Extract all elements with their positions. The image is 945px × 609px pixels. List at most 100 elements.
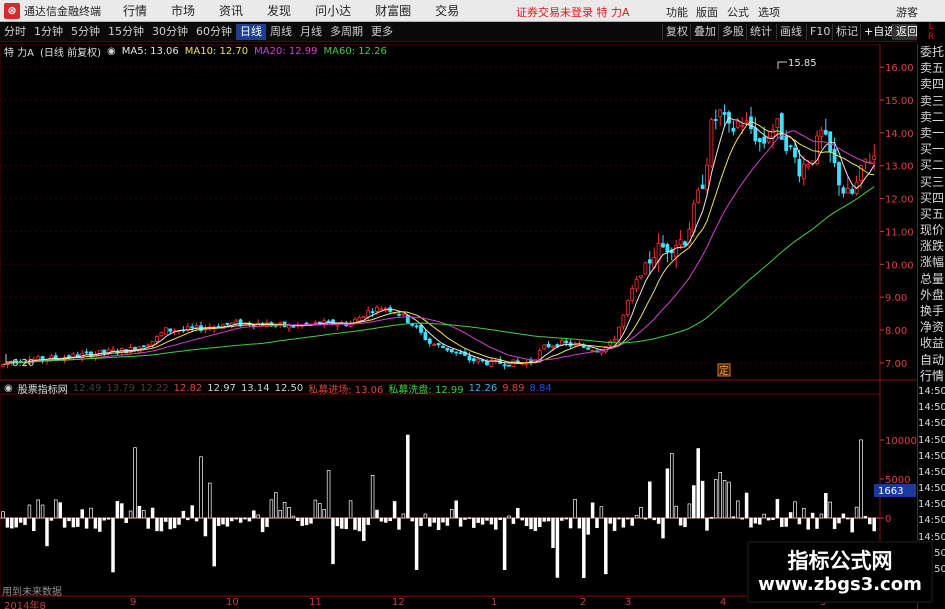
indicator-bar-negative — [84, 517, 89, 529]
candle-down — [458, 352, 463, 355]
overlay-button[interactable]: 叠加 — [690, 24, 719, 40]
quote-label[interactable]: 买一 — [918, 141, 945, 157]
price-tick-label: 9.00 — [885, 293, 907, 304]
statistics-button[interactable]: 统计 — [746, 24, 775, 40]
candle-down — [683, 241, 687, 246]
quote-label[interactable]: 14:50 — [918, 481, 945, 497]
quote-label[interactable]: 14:50 — [918, 513, 945, 529]
indicator-bar-negative — [5, 517, 10, 528]
menu-trade[interactable]: 交易 — [435, 2, 459, 19]
menu-news[interactable]: 资讯 — [219, 2, 243, 19]
quote-label[interactable]: 卖三 — [918, 93, 945, 109]
quote-label[interactable]: 卖五 — [918, 60, 945, 76]
quote-label[interactable]: 委托 — [918, 44, 945, 60]
quote-label[interactable]: 14:50 — [918, 400, 945, 416]
menu-discover[interactable]: 发现 — [267, 2, 291, 19]
quote-label[interactable]: 卖一 — [918, 125, 945, 141]
ma10-line — [2, 120, 875, 365]
tab-1min[interactable]: 1分钟 — [30, 24, 67, 40]
watermark-url: www.zbgs3.com — [758, 574, 922, 595]
menu-wealth[interactable]: 财富圈 — [375, 2, 411, 19]
candle-down — [84, 351, 89, 354]
lr-toggle[interactable]: L R — [917, 22, 945, 44]
adjust-button[interactable]: 复权 — [662, 24, 691, 40]
price-tick-label: 8.00 — [885, 326, 907, 337]
quote-label[interactable]: 涨幅 — [918, 254, 945, 270]
quote-label[interactable]: 外盘 — [918, 287, 945, 303]
quote-label[interactable]: 14:50 — [918, 465, 945, 481]
candle-down — [753, 127, 758, 142]
indicator-bar-negative — [538, 517, 542, 528]
title-bar: ⊛ 通达信金融终端 行情 市场 资讯 发现 问小达 财富圈 交易 证券交易未登录… — [0, 0, 945, 22]
tab-daily[interactable]: 日线 — [236, 23, 266, 40]
ma-settings-icon[interactable]: ◉ — [107, 46, 116, 57]
trade-login-notice[interactable]: 证券交易未登录 特 力A — [516, 4, 630, 20]
menu-formula[interactable]: 公式 — [727, 4, 749, 20]
quote-label[interactable]: 涨跌 — [918, 238, 945, 254]
quote-label[interactable]: 买五 — [918, 206, 945, 222]
tab-more[interactable]: 更多 — [367, 24, 397, 40]
quote-label[interactable]: 14:50 — [918, 449, 945, 465]
indicator-bar-negative — [656, 517, 661, 524]
quote-label[interactable]: 买三 — [918, 174, 945, 190]
quote-label[interactable]: 现价 — [918, 222, 945, 238]
quote-label[interactable]: 总量 — [918, 271, 945, 287]
candle-up — [375, 306, 379, 312]
indicator-bar-positive — [639, 507, 643, 519]
candle-up — [617, 326, 621, 341]
tab-60min[interactable]: 60分钟 — [192, 24, 236, 40]
quote-label[interactable]: 14:50 — [918, 384, 945, 400]
indicator-settings-icon[interactable]: ◉ — [4, 383, 13, 394]
menu-quotes[interactable]: 行情 — [123, 2, 147, 19]
indicator-name[interactable]: 股票指标网 — [18, 381, 68, 396]
quote-label[interactable]: 14:50 — [918, 497, 945, 513]
indicator-bar-positive — [573, 498, 577, 519]
quote-label[interactable]: 净资 — [918, 319, 945, 335]
indicator-bar-positive — [115, 501, 120, 519]
tab-30min[interactable]: 30分钟 — [148, 24, 192, 40]
quote-label[interactable]: 买二 — [918, 157, 945, 173]
indicator-bar-negative — [212, 517, 216, 567]
quote-label[interactable]: 行情 — [918, 368, 945, 384]
quote-label[interactable]: 自动 — [918, 352, 945, 368]
tab-15min[interactable]: 15分钟 — [104, 24, 148, 40]
indicator-bar-negative — [102, 517, 106, 521]
quote-label[interactable]: 收益 — [918, 335, 945, 351]
indicator-bar-negative — [203, 517, 208, 537]
app-logo-icon: ⊛ — [4, 2, 20, 19]
multi-stock-button[interactable]: 多股 — [718, 24, 747, 40]
tab-5min[interactable]: 5分钟 — [67, 24, 104, 40]
indicator-bar-positive — [199, 456, 203, 519]
kline-chart[interactable]: 1000050000-5000 16.0015.0014.0013.0012.0… — [0, 44, 917, 596]
menu-function[interactable]: 功能 — [666, 4, 688, 20]
indicator-bar-negative — [296, 517, 300, 521]
tab-multi-period[interactable]: 多周期 — [326, 24, 367, 40]
quote-label[interactable]: 卖四 — [918, 76, 945, 92]
indicator-bar-negative — [472, 517, 476, 528]
indicator-bar-negative — [388, 517, 392, 522]
quote-label[interactable]: 换手 — [918, 303, 945, 319]
tab-timeshare[interactable]: 分时 — [0, 24, 30, 40]
quote-label[interactable]: 14:50 — [918, 433, 945, 449]
mark-button[interactable]: 标记 — [832, 24, 861, 40]
candle-up — [639, 275, 643, 278]
f10-button[interactable]: F10 — [806, 24, 833, 40]
menu-market[interactable]: 市场 — [171, 2, 195, 19]
quote-label[interactable]: 14:50 — [918, 416, 945, 432]
quote-label[interactable]: 卖二 — [918, 109, 945, 125]
menu-assistant[interactable]: 问小达 — [315, 2, 351, 19]
tab-weekly[interactable]: 周线 — [266, 24, 296, 40]
candle-up — [163, 327, 168, 335]
menu-layout[interactable]: 版面 — [696, 4, 718, 20]
indicator-bar-negative — [617, 517, 621, 520]
quote-label[interactable]: 买四 — [918, 190, 945, 206]
candle-down — [841, 187, 846, 194]
user-guest[interactable]: 游客 — [896, 4, 918, 20]
menu-options[interactable]: 选项 — [758, 4, 780, 20]
tab-monthly[interactable]: 月线 — [296, 24, 326, 40]
draw-line-button[interactable]: 画线 — [776, 24, 805, 40]
indicator-bar-negative — [93, 517, 98, 529]
ind-private-entry: 私募进场: 13.06 — [308, 384, 384, 396]
ind-v5: 12.97 — [207, 382, 236, 394]
indicator-bar-negative — [524, 517, 529, 527]
